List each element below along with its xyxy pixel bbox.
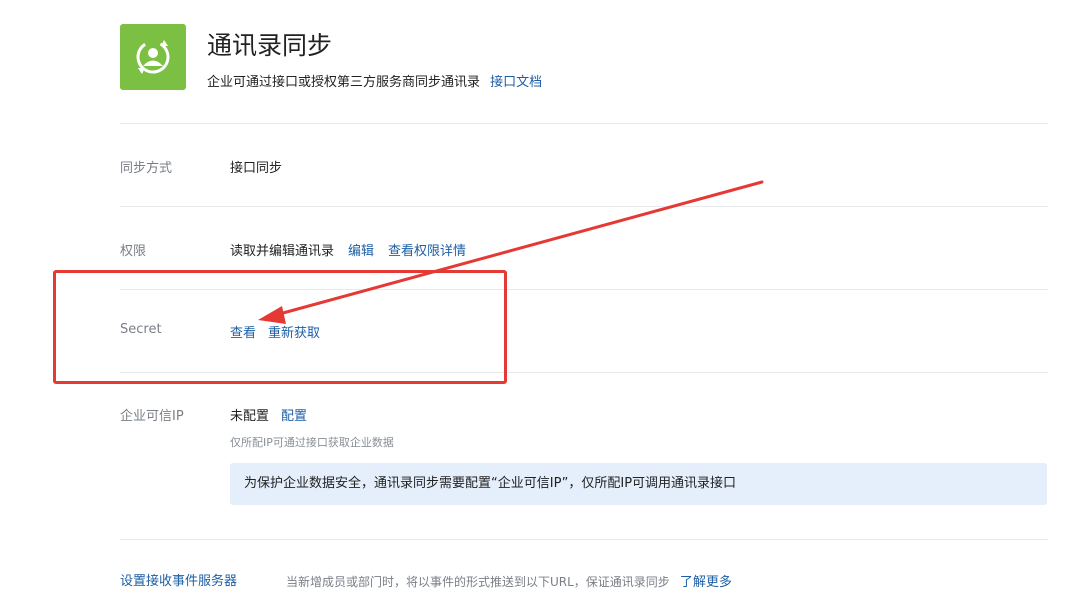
page-description: 企业可通过接口或授权第三方服务商同步通讯录 接口文档 xyxy=(207,71,542,90)
event-server-description: 当新增成员或部门时，将以事件的形式推送到以下URL，保证通讯录同步 xyxy=(286,575,670,589)
api-doc-link[interactable]: 接口文档 xyxy=(490,75,542,90)
permission-details-link[interactable]: 查看权限详情 xyxy=(388,244,466,259)
event-server-description-row: 当新增成员或部门时，将以事件的形式推送到以下URL，保证通讯录同步 了解更多 xyxy=(286,571,732,590)
permission-value: 读取并编辑通讯录 xyxy=(230,244,335,259)
configure-ip-link[interactable]: 配置 xyxy=(281,409,307,424)
learn-more-link[interactable]: 了解更多 xyxy=(680,575,732,590)
permission-label: 权限 xyxy=(120,244,147,259)
trusted-ip-value-row: 未配置 配置 xyxy=(230,405,307,424)
trusted-ip-hint: 仅所配IP可通过接口获取企业数据 xyxy=(230,436,394,449)
page-description-text: 企业可通过接口或授权第三方服务商同步通讯录 xyxy=(207,75,481,90)
event-server-settings-link[interactable]: 设置接收事件服务器 xyxy=(120,570,237,589)
trusted-ip-notice: 为保护企业数据安全，通讯录同步需要配置“企业可信IP”，仅所配IP可调用通讯录接… xyxy=(230,463,1047,505)
sync-method-value: 接口同步 xyxy=(230,161,283,176)
divider xyxy=(120,206,1048,207)
page-title: 通讯录同步 xyxy=(207,31,333,60)
sync-method-label: 同步方式 xyxy=(120,161,173,176)
divider xyxy=(120,539,1048,540)
edit-permission-link[interactable]: 编辑 xyxy=(348,244,374,259)
permission-value-row: 读取并编辑通讯录 编辑 查看权限详情 xyxy=(230,240,466,259)
annotation-highlight-box xyxy=(53,270,507,384)
contacts-sync-icon xyxy=(120,24,186,90)
trusted-ip-status: 未配置 xyxy=(230,409,270,424)
trusted-ip-label: 企业可信IP xyxy=(120,409,184,424)
divider xyxy=(120,123,1048,124)
